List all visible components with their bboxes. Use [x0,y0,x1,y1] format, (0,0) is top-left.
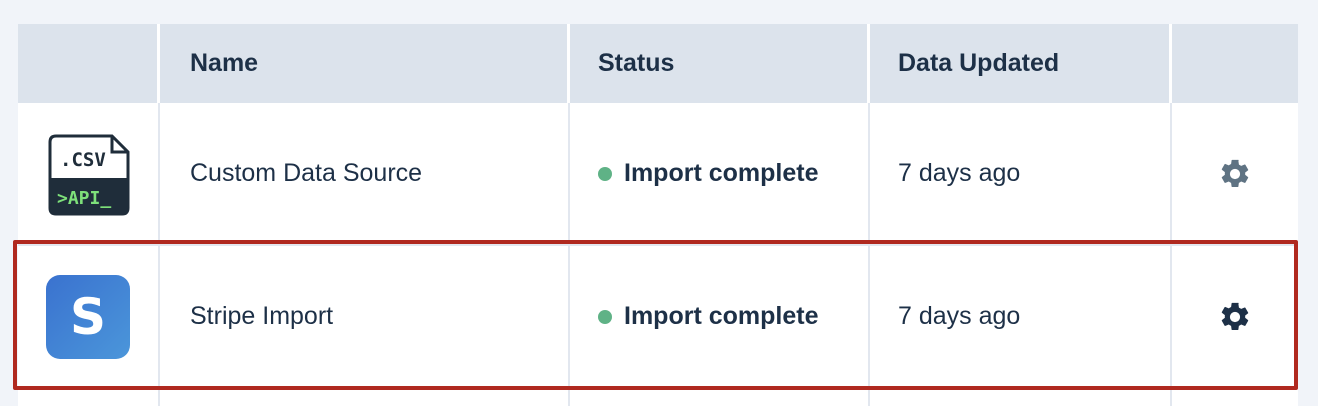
gear-icon[interactable] [1218,157,1252,191]
csv-api-file-icon: .CSV >API_ [46,132,130,216]
header-name[interactable]: Name [160,24,570,103]
header-icon-column [18,24,160,103]
data-sources-table: Name Status Data Updated .CSV >API_ Cust… [18,24,1298,387]
header-data-updated[interactable]: Data Updated [870,24,1172,103]
status-dot-icon [598,309,612,324]
row-icon-cell: S [18,246,160,387]
row-name[interactable]: Stripe Import [160,246,570,387]
table-row[interactable]: .CSV >API_ Custom Data Source Import com… [18,103,1298,246]
status-text: Import complete [624,159,819,187]
status-dot-icon [598,166,612,181]
svg-text:>API_: >API_ [57,188,111,209]
table-row[interactable]: S Stripe Import Import complete 7 days a… [18,246,1298,387]
gear-icon[interactable] [1218,300,1252,334]
row-status: Import complete [570,246,870,387]
row-status: Import complete [570,103,870,244]
row-name[interactable]: Custom Data Source [160,103,570,244]
next-row-partial [18,388,1298,406]
svg-text:.CSV: .CSV [60,149,106,171]
stripe-logo-icon: S [46,274,130,359]
header-status[interactable]: Status [570,24,870,103]
row-actions [1172,246,1298,387]
row-icon-cell: .CSV >API_ [18,103,160,244]
table-header: Name Status Data Updated [18,24,1298,103]
row-data-updated: 7 days ago [870,246,1172,387]
header-actions [1172,24,1298,103]
status-text: Import complete [624,302,819,330]
row-actions [1172,103,1298,244]
row-data-updated: 7 days ago [870,103,1172,244]
